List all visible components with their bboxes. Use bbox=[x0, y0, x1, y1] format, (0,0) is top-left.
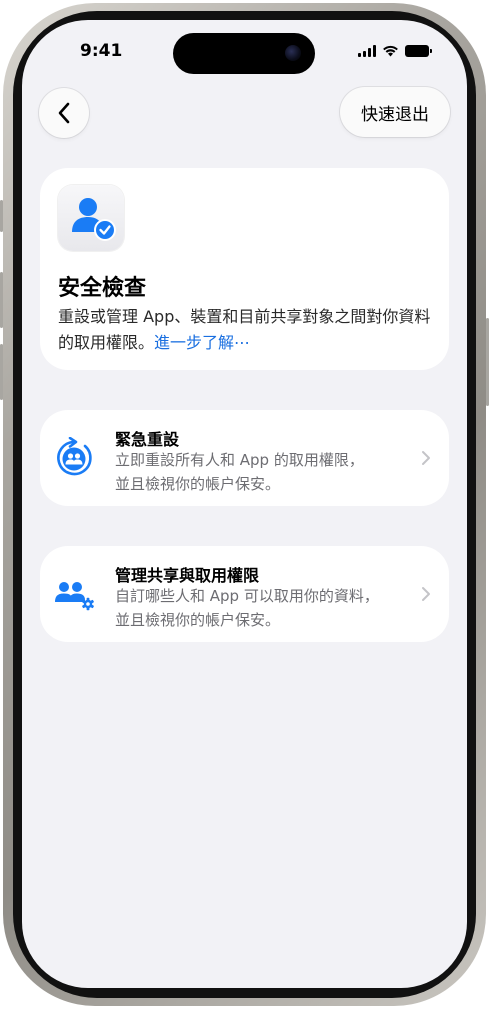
chevron-right-icon bbox=[422, 587, 430, 601]
emergency-reset-row[interactable]: 緊急重設 立即重設所有人和 App 的取用權限， 並且檢視你的帳户保安。 bbox=[40, 410, 449, 506]
manage-sharing-description: 自訂哪些人和 App 可以取用你的資料， 並且檢視你的帳户保安。 bbox=[115, 584, 405, 632]
emergency-reset-description: 立即重設所有人和 App 的取用權限， 並且檢視你的帳户保安。 bbox=[115, 448, 405, 496]
learn-more-link[interactable]: 進一步了解⋯ bbox=[154, 333, 250, 352]
front-camera bbox=[285, 45, 301, 61]
emergency-reset-title: 緊急重設 bbox=[115, 430, 180, 449]
description-line: 並且檢視你的帳户保安。 bbox=[115, 475, 281, 493]
person-reset-icon bbox=[57, 437, 92, 476]
wifi-icon bbox=[383, 45, 398, 57]
cellular-signal-icon bbox=[358, 44, 376, 57]
chevron-right-icon bbox=[422, 451, 430, 465]
dynamic-island bbox=[173, 33, 315, 74]
people-gear-icon bbox=[55, 582, 94, 611]
action-button bbox=[0, 200, 3, 232]
quick-exit-button[interactable]: 快速退出 bbox=[340, 87, 450, 137]
page-description: 重設或管理 App、裝置和目前共享對象之間對你資料的取用權限。進一步了解⋯ bbox=[58, 304, 438, 356]
page-title: 安全檢查 bbox=[58, 276, 147, 301]
description-line: 並且檢視你的帳户保安。 bbox=[115, 611, 281, 629]
description-line: 立即重設所有人和 App 的取用權限， bbox=[115, 451, 364, 469]
screen: 9:41 快速退出 安全檢查 重設或管理 App、裝置和目前共享對象之間對你資料… bbox=[22, 20, 467, 988]
status-time: 9:41 bbox=[80, 41, 123, 61]
battery-icon bbox=[405, 44, 432, 57]
back-button[interactable] bbox=[39, 88, 89, 138]
person-checkmark-icon bbox=[58, 185, 124, 251]
volume-down-button bbox=[0, 344, 3, 400]
description-line: 自訂哪些人和 App 可以取用你的資料， bbox=[115, 587, 379, 605]
chevron-left-icon bbox=[58, 102, 70, 124]
manage-sharing-title: 管理共享與取用權限 bbox=[115, 566, 260, 585]
safety-check-card: 安全檢查 重設或管理 App、裝置和目前共享對象之間對你資料的取用權限。進一步了… bbox=[40, 168, 449, 370]
status-icons bbox=[358, 44, 432, 57]
manage-sharing-row[interactable]: 管理共享與取用權限 自訂哪些人和 App 可以取用你的資料， 並且檢視你的帳户保… bbox=[40, 546, 449, 642]
volume-up-button bbox=[0, 272, 3, 328]
